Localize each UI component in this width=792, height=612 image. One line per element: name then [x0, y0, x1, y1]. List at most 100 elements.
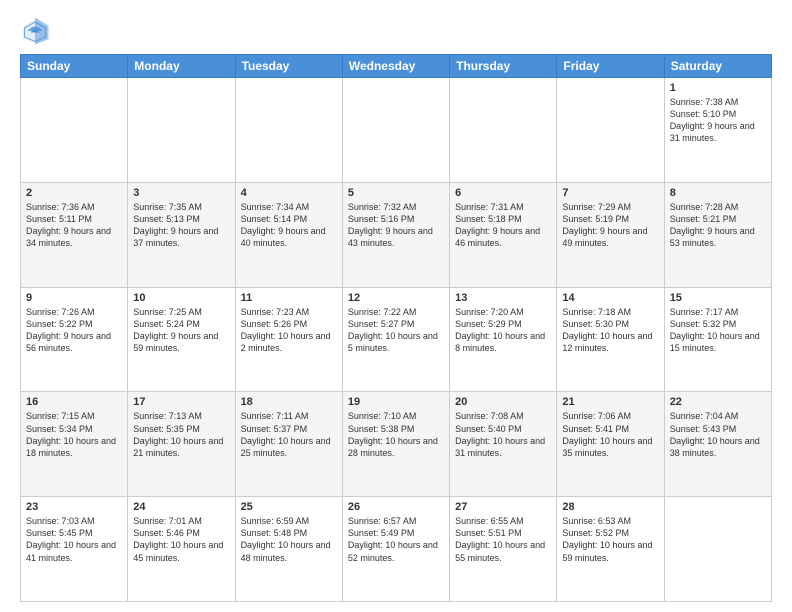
calendar-cell: 13Sunrise: 7:20 AM Sunset: 5:29 PM Dayli…: [450, 287, 557, 392]
calendar-cell: 22 Sunrise: 7:04 AM Sunset: 5:43 PM Dayli…: [664, 392, 771, 497]
calendar-day-header: Tuesday: [235, 55, 342, 78]
day-info: Sunrise: 7:03 AM Sunset: 5:45 PM Dayligh…: [26, 515, 122, 564]
calendar-cell: 6 Sunrise: 7:31 AM Sunset: 5:18 PM Daylig…: [450, 182, 557, 287]
day-number: 4: [241, 187, 337, 199]
day-info: Sunrise: 7:17 AM Sunset: 5:32 PM Dayligh…: [670, 306, 766, 355]
day-number: 19: [348, 396, 444, 408]
day-info: Sunrise: 7:34 AM Sunset: 5:14 PM Dayligh…: [241, 201, 337, 250]
day-number: 6: [455, 187, 551, 199]
day-number: 15: [670, 292, 766, 304]
day-info: Sunrise: 7:29 AM Sunset: 5:19 PM Dayligh…: [562, 201, 658, 250]
calendar-week-row: 1 Sunrise: 7:38 AM Sunset: 5:10 PM Daylig…: [21, 78, 772, 183]
calendar-cell: 12 Sunrise: 7:22 AM Sunset: 5:27 PM Dayli…: [342, 287, 449, 392]
calendar-day-header: Wednesday: [342, 55, 449, 78]
calendar-cell: 24 Sunrise: 7:01 AM Sunset: 5:46 PM Dayli…: [128, 497, 235, 602]
day-info: Sunrise: 7:06 AM Sunset: 5:41 PM Dayligh…: [562, 410, 658, 459]
day-number: 7: [562, 187, 658, 199]
calendar-cell: 3Sunrise: 7:35 AM Sunset: 5:13 PM Daylig…: [128, 182, 235, 287]
calendar-cell: 26 Sunrise: 6:57 AM Sunset: 5:49 PM Dayli…: [342, 497, 449, 602]
day-info: Sunrise: 7:10 AM Sunset: 5:38 PM Dayligh…: [348, 410, 444, 459]
calendar-day-header: Thursday: [450, 55, 557, 78]
day-info: Sunrise: 7:28 AM Sunset: 5:21 PM Dayligh…: [670, 201, 766, 250]
day-info: Sunrise: 6:59 AM Sunset: 5:48 PM Dayligh…: [241, 515, 337, 564]
day-number: 13: [455, 292, 551, 304]
day-info: Sunrise: 6:53 AM Sunset: 5:52 PM Dayligh…: [562, 515, 658, 564]
calendar-week-row: 2 Sunrise: 7:36 AM Sunset: 5:11 PM Daylig…: [21, 182, 772, 287]
day-info: Sunrise: 7:38 AM Sunset: 5:10 PM Dayligh…: [670, 96, 766, 145]
calendar-cell: [450, 78, 557, 183]
day-info: Sunrise: 7:15 AM Sunset: 5:34 PM Dayligh…: [26, 410, 122, 459]
calendar-cell: [21, 78, 128, 183]
day-number: 26: [348, 501, 444, 513]
day-info: Sunrise: 7:11 AM Sunset: 5:37 PM Dayligh…: [241, 410, 337, 459]
day-number: 12: [348, 292, 444, 304]
calendar-day-header: Monday: [128, 55, 235, 78]
day-info: Sunrise: 7:01 AM Sunset: 5:46 PM Dayligh…: [133, 515, 229, 564]
day-number: 2: [26, 187, 122, 199]
calendar-cell: 21 Sunrise: 7:06 AM Sunset: 5:41 PM Dayli…: [557, 392, 664, 497]
day-info: Sunrise: 7:18 AM Sunset: 5:30 PM Dayligh…: [562, 306, 658, 355]
day-number: 8: [670, 187, 766, 199]
calendar-day-header: Saturday: [664, 55, 771, 78]
day-info: Sunrise: 6:55 AM Sunset: 5:51 PM Dayligh…: [455, 515, 551, 564]
day-number: 17: [133, 396, 229, 408]
calendar-week-row: 9Sunrise: 7:26 AM Sunset: 5:22 PM Daylig…: [21, 287, 772, 392]
calendar-cell: 19 Sunrise: 7:10 AM Sunset: 5:38 PM Dayli…: [342, 392, 449, 497]
calendar-cell: 18 Sunrise: 7:11 AM Sunset: 5:37 PM Dayli…: [235, 392, 342, 497]
calendar-cell: 9Sunrise: 7:26 AM Sunset: 5:22 PM Daylig…: [21, 287, 128, 392]
day-info: Sunrise: 7:04 AM Sunset: 5:43 PM Dayligh…: [670, 410, 766, 459]
calendar-cell: 14 Sunrise: 7:18 AM Sunset: 5:30 PM Dayli…: [557, 287, 664, 392]
day-info: Sunrise: 6:57 AM Sunset: 5:49 PM Dayligh…: [348, 515, 444, 564]
day-info: Sunrise: 7:13 AM Sunset: 5:35 PM Dayligh…: [133, 410, 229, 459]
day-number: 14: [562, 292, 658, 304]
day-number: 18: [241, 396, 337, 408]
calendar-cell: [557, 78, 664, 183]
day-number: 27: [455, 501, 551, 513]
day-info: Sunrise: 7:26 AM Sunset: 5:22 PM Dayligh…: [26, 306, 122, 355]
calendar-cell: [664, 497, 771, 602]
day-number: 20: [455, 396, 551, 408]
calendar-cell: 8 Sunrise: 7:28 AM Sunset: 5:21 PM Daylig…: [664, 182, 771, 287]
calendar-cell: 11Sunrise: 7:23 AM Sunset: 5:26 PM Dayli…: [235, 287, 342, 392]
calendar-cell: 2 Sunrise: 7:36 AM Sunset: 5:11 PM Daylig…: [21, 182, 128, 287]
page: SundayMondayTuesdayWednesdayThursdayFrid…: [0, 0, 792, 612]
calendar-cell: [235, 78, 342, 183]
calendar-cell: 15 Sunrise: 7:17 AM Sunset: 5:32 PM Dayli…: [664, 287, 771, 392]
day-number: 24: [133, 501, 229, 513]
calendar-cell: 17 Sunrise: 7:13 AM Sunset: 5:35 PM Dayli…: [128, 392, 235, 497]
day-info: Sunrise: 7:31 AM Sunset: 5:18 PM Dayligh…: [455, 201, 551, 250]
calendar-cell: 23Sunrise: 7:03 AM Sunset: 5:45 PM Dayli…: [21, 497, 128, 602]
day-info: Sunrise: 7:32 AM Sunset: 5:16 PM Dayligh…: [348, 201, 444, 250]
calendar-cell: 5 Sunrise: 7:32 AM Sunset: 5:16 PM Daylig…: [342, 182, 449, 287]
calendar-cell: [342, 78, 449, 183]
calendar-cell: 25 Sunrise: 6:59 AM Sunset: 5:48 PM Dayli…: [235, 497, 342, 602]
day-number: 28: [562, 501, 658, 513]
day-info: Sunrise: 7:08 AM Sunset: 5:40 PM Dayligh…: [455, 410, 551, 459]
calendar-cell: 16 Sunrise: 7:15 AM Sunset: 5:34 PM Dayli…: [21, 392, 128, 497]
calendar-cell: 27 Sunrise: 6:55 AM Sunset: 5:51 PM Dayli…: [450, 497, 557, 602]
day-number: 11: [241, 292, 337, 304]
day-info: Sunrise: 7:36 AM Sunset: 5:11 PM Dayligh…: [26, 201, 122, 250]
calendar-cell: 1 Sunrise: 7:38 AM Sunset: 5:10 PM Daylig…: [664, 78, 771, 183]
day-number: 25: [241, 501, 337, 513]
logo: [20, 16, 54, 46]
calendar-cell: 20 Sunrise: 7:08 AM Sunset: 5:40 PM Dayli…: [450, 392, 557, 497]
calendar-cell: 4 Sunrise: 7:34 AM Sunset: 5:14 PM Daylig…: [235, 182, 342, 287]
day-number: 16: [26, 396, 122, 408]
day-number: 5: [348, 187, 444, 199]
header: [20, 16, 772, 46]
day-info: Sunrise: 7:25 AM Sunset: 5:24 PM Dayligh…: [133, 306, 229, 355]
calendar-week-row: 23Sunrise: 7:03 AM Sunset: 5:45 PM Dayli…: [21, 497, 772, 602]
calendar-cell: 7 Sunrise: 7:29 AM Sunset: 5:19 PM Daylig…: [557, 182, 664, 287]
day-number: 1: [670, 82, 766, 94]
calendar-table: SundayMondayTuesdayWednesdayThursdayFrid…: [20, 54, 772, 602]
day-info: Sunrise: 7:22 AM Sunset: 5:27 PM Dayligh…: [348, 306, 444, 355]
day-number: 21: [562, 396, 658, 408]
day-info: Sunrise: 7:35 AM Sunset: 5:13 PM Dayligh…: [133, 201, 229, 250]
day-number: 10: [133, 292, 229, 304]
calendar-header-row: SundayMondayTuesdayWednesdayThursdayFrid…: [21, 55, 772, 78]
day-number: 22: [670, 396, 766, 408]
calendar-week-row: 16 Sunrise: 7:15 AM Sunset: 5:34 PM Dayli…: [21, 392, 772, 497]
calendar-cell: 10 Sunrise: 7:25 AM Sunset: 5:24 PM Dayli…: [128, 287, 235, 392]
calendar-day-header: Friday: [557, 55, 664, 78]
